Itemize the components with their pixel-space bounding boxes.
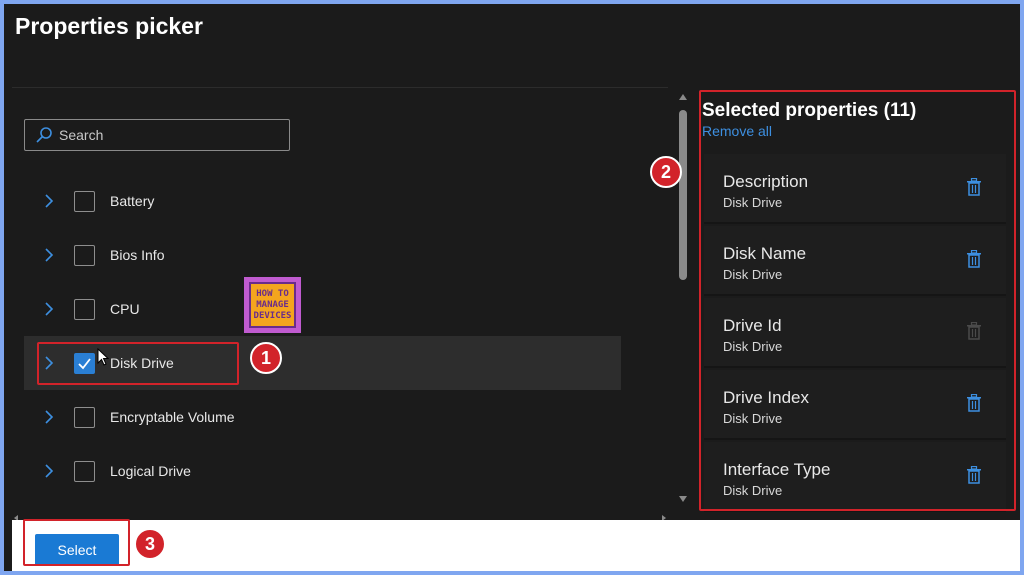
chevron-right-icon[interactable] [40, 462, 58, 480]
vertical-scrollbar[interactable] [676, 88, 690, 508]
category-label: Encryptable Volume [110, 409, 235, 425]
category-checkbox[interactable] [74, 244, 95, 266]
search-input[interactable] [59, 127, 279, 143]
mouse-cursor-icon [97, 347, 110, 366]
annotation-badge-1: 1 [250, 342, 282, 374]
search-box[interactable] [24, 119, 290, 151]
logo-text: HOW TO MANAGE DEVICES [249, 282, 296, 328]
category-label: Logical Drive [110, 463, 191, 479]
category-label: CPU [110, 301, 140, 317]
categories-panel: Battery Bios Info CPU Disk Drive [12, 88, 672, 518]
annotation-badge-3: 3 [134, 528, 166, 560]
category-label: Battery [110, 193, 155, 209]
category-list: Battery Bios Info CPU Disk Drive Encrypt… [24, 174, 621, 498]
category-checkbox[interactable] [74, 190, 95, 212]
logo-line: MANAGE [256, 299, 289, 310]
list-item[interactable]: Encryptable Volume [24, 390, 621, 444]
category-label: Bios Info [110, 247, 165, 263]
list-item[interactable]: Bios Info [24, 228, 621, 282]
page-title: Properties picker [15, 13, 203, 39]
logo-line: DEVICES [253, 310, 292, 321]
scrollbar-thumb[interactable] [679, 110, 687, 280]
logo-line: HOW TO [256, 288, 289, 299]
annotation-badge-2: 2 [650, 156, 682, 188]
list-item[interactable]: Logical Drive [24, 444, 621, 498]
chevron-right-icon[interactable] [40, 300, 58, 318]
properties-picker-panel: Properties picker Battery Bios Info [4, 4, 1020, 571]
list-item[interactable]: CPU [24, 282, 621, 336]
category-checkbox[interactable] [74, 460, 95, 482]
chevron-right-icon[interactable] [40, 192, 58, 210]
annotation-box-disk-drive [37, 342, 239, 385]
search-icon [35, 126, 53, 144]
chevron-right-icon[interactable] [40, 246, 58, 264]
chevron-right-icon[interactable] [40, 408, 58, 426]
annotation-box-select [23, 519, 130, 566]
category-checkbox[interactable] [74, 406, 95, 428]
how-to-manage-devices-logo: HOW TO MANAGE DEVICES [244, 277, 301, 333]
annotation-box-selected-properties [699, 90, 1016, 511]
list-item[interactable]: Battery [24, 174, 621, 228]
category-checkbox[interactable] [74, 298, 95, 320]
